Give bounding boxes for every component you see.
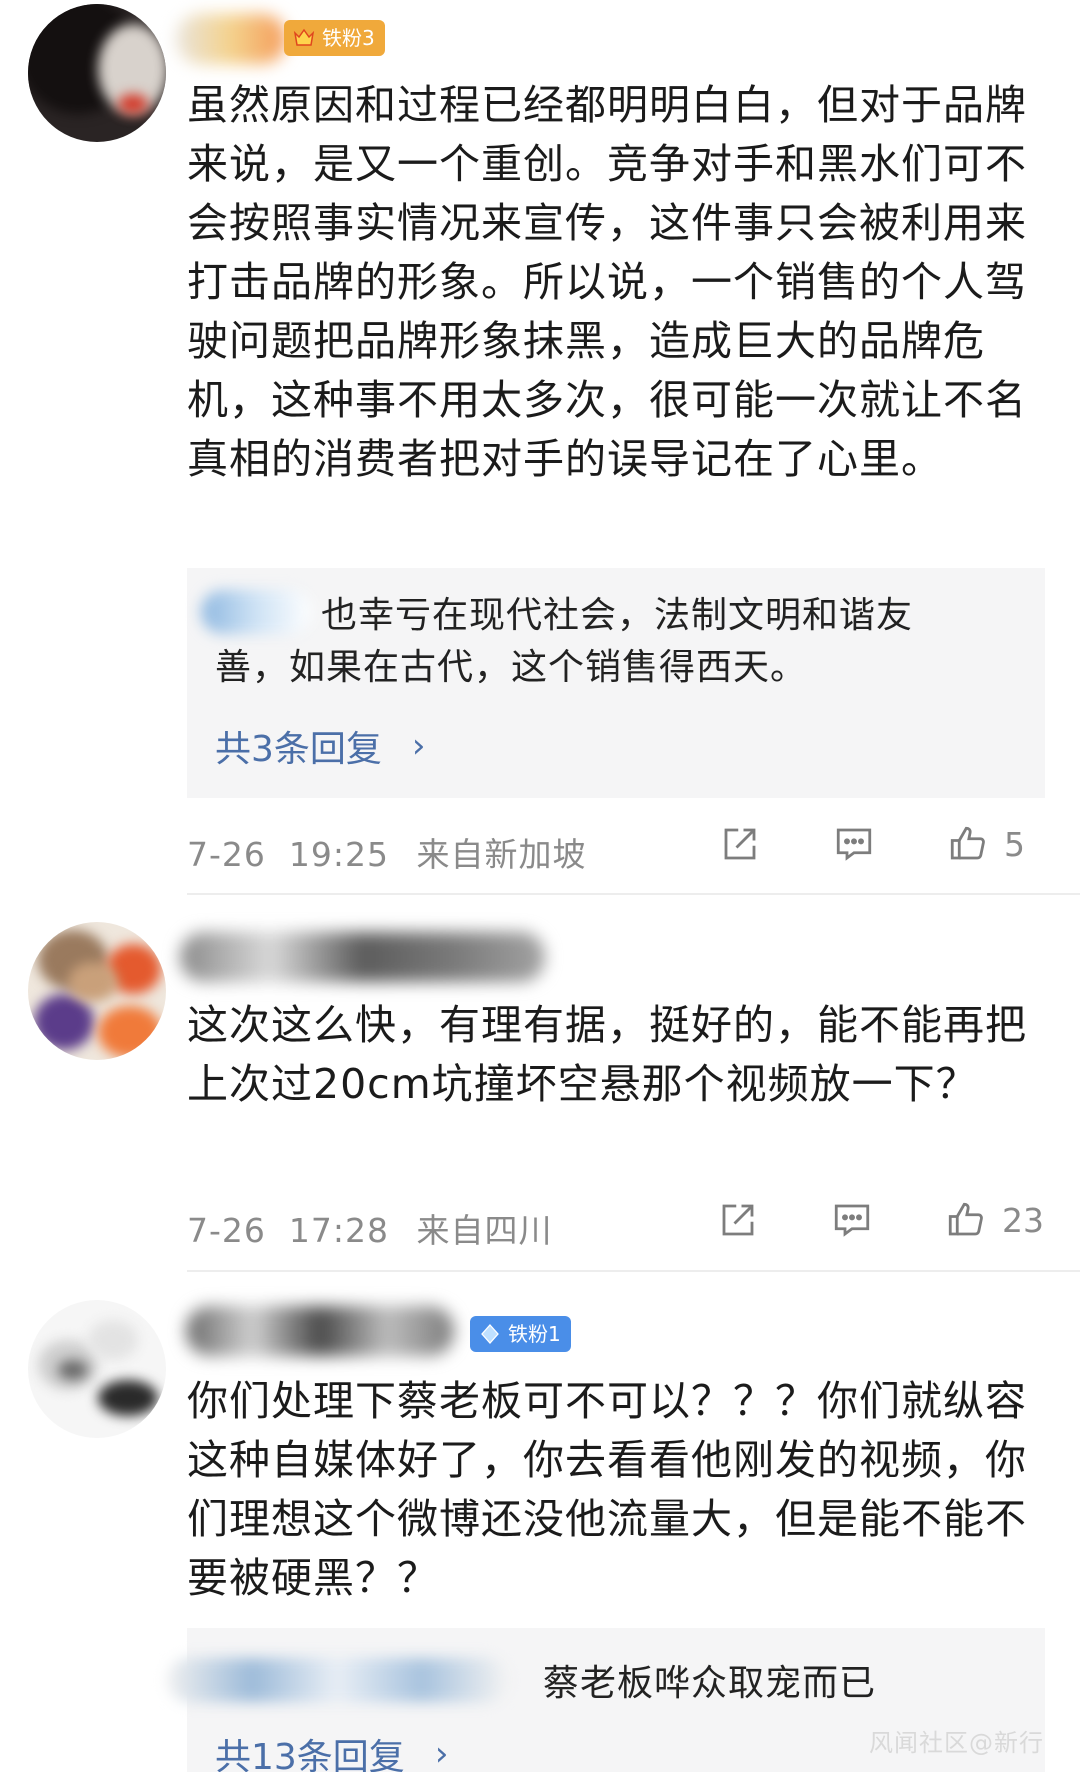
username-blurred[interactable] — [176, 14, 286, 64]
fan-badge[interactable]: 铁粉1 — [470, 1316, 571, 1352]
view-replies-label: 共13条回复 — [215, 1737, 405, 1772]
timestamp: 7-26 19:25 — [187, 835, 389, 874]
diamond-icon — [476, 1320, 504, 1348]
view-replies-link[interactable]: 共13条回复 › — [215, 1728, 448, 1772]
comment-actions: 23 — [716, 1198, 1044, 1242]
divider — [187, 1270, 1080, 1272]
timestamp: 7-26 17:28 — [187, 1211, 389, 1250]
view-replies-link[interactable]: 共3条回复 › — [215, 720, 426, 772]
comment-icon[interactable] — [832, 822, 876, 866]
avatar[interactable] — [28, 4, 166, 142]
watermark: 风闻社区@新行 — [869, 1729, 1044, 1757]
location: 来自四川 — [416, 1211, 553, 1250]
comment-icon[interactable] — [830, 1198, 874, 1242]
comment-text: 这次这么快，有理有据，挺好的，能不能再把上次过20cm坑撞坏空悬那个视频放一下？ — [187, 1001, 1027, 1108]
avatar[interactable] — [28, 1300, 166, 1438]
comment-meta: 7-26 19:25 来自新加坡 — [187, 828, 586, 876]
thumbs-up-icon[interactable] — [946, 822, 990, 866]
view-replies-label: 共3条回复 — [215, 729, 382, 770]
username-blurred[interactable] — [186, 1306, 454, 1356]
comment-text: 你们处理下蔡老板可不可以？？？你们就纵容这种自媒体好了，你去看看他刚发的视频，你… — [187, 1377, 1027, 1602]
badge-label: 铁粉1 — [508, 1322, 561, 1346]
reply-preview[interactable]: 也幸亏在现代社会，法制文明和谐友善，如果在古代，这个销售得西天。 共3条回复 › — [187, 568, 1045, 798]
fan-badge[interactable]: 铁粉3 — [284, 20, 385, 56]
reply-text: 蔡老板哗众取宠而已 — [543, 1663, 877, 1704]
reply-username-blurred[interactable] — [167, 1658, 507, 1702]
location: 来自新加坡 — [416, 835, 587, 874]
chevron-right-icon: › — [434, 1734, 449, 1772]
thumbs-up-icon[interactable] — [944, 1198, 988, 1242]
reply-text: 也幸亏在现代社会，法制文明和谐友善，如果在古代，这个销售得西天。 — [215, 595, 914, 688]
username-blurred[interactable] — [180, 932, 545, 982]
share-icon[interactable] — [718, 822, 762, 866]
badge-label: 铁粉3 — [322, 26, 375, 50]
divider — [187, 893, 1080, 895]
comment-actions: 5 — [718, 822, 1044, 866]
avatar[interactable] — [28, 922, 166, 1060]
share-icon[interactable] — [716, 1198, 760, 1242]
comment-text: 虽然原因和过程已经都明明白白，但对于品牌来说，是又一个重创。竞争对手和黑水们可不… — [187, 81, 1027, 483]
like-count: 23 — [1002, 1200, 1044, 1240]
crown-icon — [290, 24, 318, 52]
like-count: 5 — [1004, 824, 1025, 864]
chevron-right-icon: › — [411, 726, 426, 766]
comment-meta: 7-26 17:28 来自四川 — [187, 1204, 552, 1252]
